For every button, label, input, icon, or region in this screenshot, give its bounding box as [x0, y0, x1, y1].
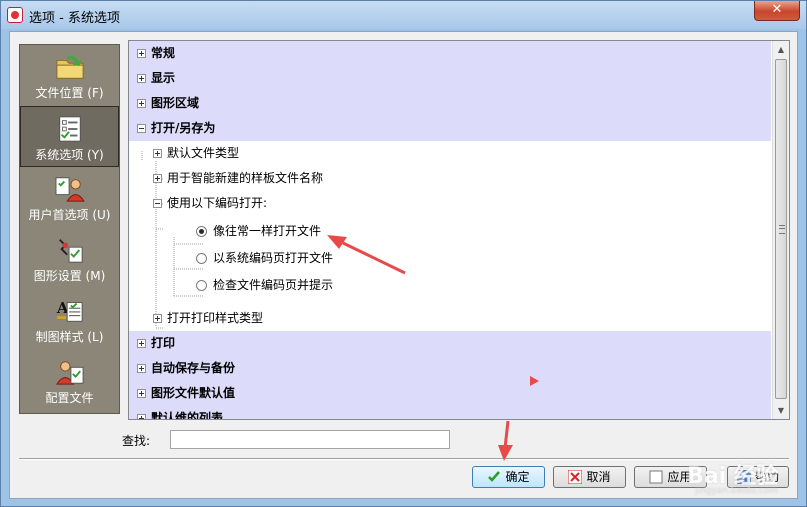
- annotation-arrow-ok: [498, 420, 513, 461]
- options-dialog: 选项 - 系统选项 ✕ 文件位置 (F) 系统选项 (Y) 用户首选项 (U) …: [0, 0, 807, 507]
- baidu-watermark: Bai 经验 jingyan.baidu.com: [687, 458, 778, 496]
- annotation-arrow-radio: [327, 235, 406, 275]
- annotation-pointer: [530, 376, 539, 386]
- watermark-url: jingyan.baidu.com: [694, 486, 778, 496]
- annotation-overlay: [327, 235, 539, 461]
